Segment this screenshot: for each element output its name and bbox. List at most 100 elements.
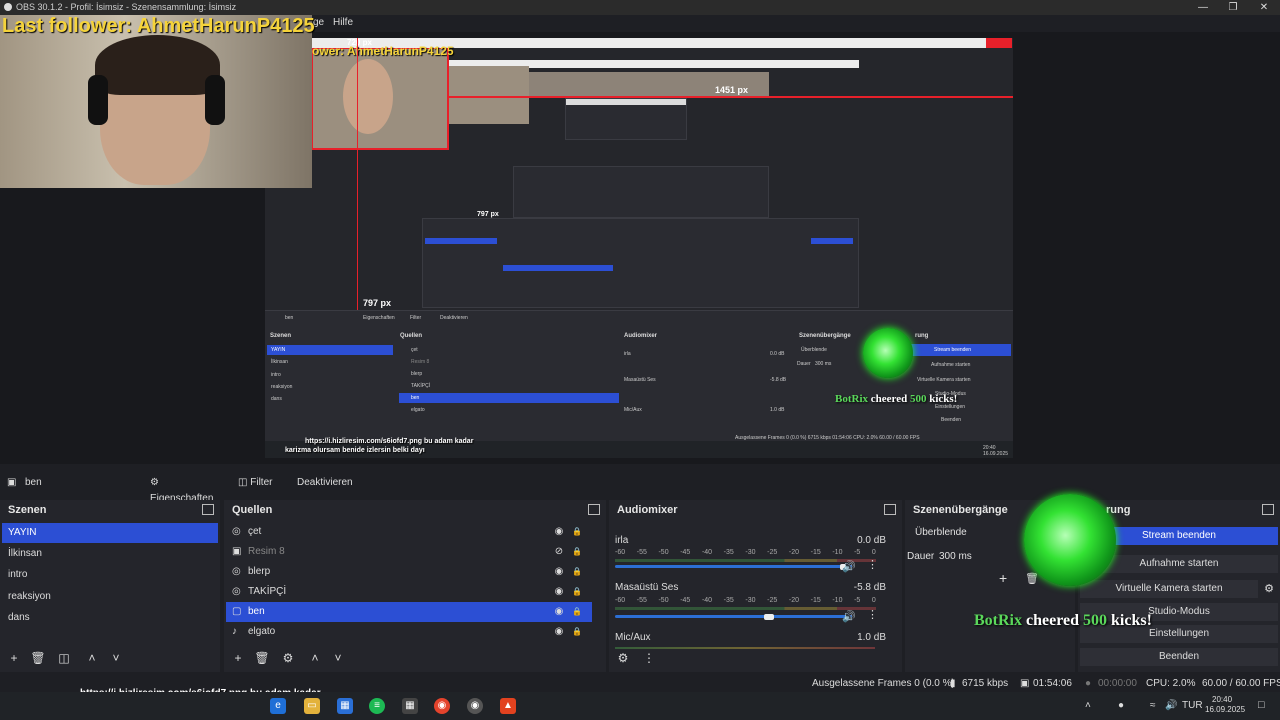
edge-icon[interactable]: e	[270, 698, 286, 714]
properties-button[interactable]: ⚙ Eigenschaften	[150, 475, 220, 504]
camera-icon: ▢	[232, 606, 242, 617]
source-properties-gear-icon[interactable]: ⚙	[280, 650, 296, 666]
mixer-channel-db: 1.0 dB	[857, 632, 886, 643]
mic-tray-icon[interactable]: ●	[1118, 700, 1124, 711]
undock-icon[interactable]	[884, 504, 896, 515]
language-indicator[interactable]: TUR	[1182, 700, 1203, 711]
source-item[interactable]: ◎ TAKİPÇİ ◉ 🔒	[226, 582, 592, 602]
move-up-icon[interactable]: ˄	[84, 650, 100, 666]
guide-line-bottom	[312, 148, 448, 149]
virtual-camera-button[interactable]: Virtuelle Kamera starten	[1080, 580, 1258, 598]
mini-scene-2: intro	[271, 372, 281, 378]
duration-input[interactable]: 300 ms	[939, 551, 972, 562]
add-transition-icon[interactable]: +	[999, 570, 1007, 586]
mixer-channel-db: -5.8 dB	[853, 582, 886, 593]
volume-tray-icon[interactable]: 🔊	[1165, 700, 1177, 711]
exit-button[interactable]: Beenden	[1080, 648, 1278, 666]
mini-source-3: TAKİPÇİ	[411, 383, 431, 389]
mini-trans-type: Überblende	[801, 347, 827, 353]
mixer-scale-tick: -60	[615, 549, 626, 556]
eye-hidden-icon[interactable]: ⊘	[552, 542, 566, 562]
channel-menu-icon[interactable]: ⋮	[867, 558, 878, 571]
lock-icon[interactable]: 🔒	[570, 582, 584, 602]
brave-icon[interactable]: ▲	[500, 698, 516, 714]
store-icon[interactable]: ▦	[337, 698, 353, 714]
virtual-camera-gear-icon[interactable]: ⚙	[1264, 582, 1274, 595]
calculator-icon[interactable]: ▦	[402, 698, 418, 714]
move-up-icon[interactable]: ˄	[307, 650, 323, 666]
camera-icon: ▣	[7, 477, 17, 488]
volume-slider[interactable]	[615, 614, 852, 620]
source-item[interactable]: ◎ çet ◉ 🔒	[226, 522, 592, 542]
eye-icon[interactable]: ◉	[552, 582, 566, 602]
mini-properties: Eigenschaften	[363, 315, 395, 321]
source-item-label: blerp	[248, 566, 271, 577]
eye-icon[interactable]: ◉	[552, 622, 566, 642]
scene-item-yayin[interactable]: YAYIN	[2, 523, 218, 543]
mini-source-selected-bg	[399, 393, 619, 403]
scenes-dock: Szenen YAYIN İlkinsan intro reaksiyon da…	[0, 500, 220, 672]
filter-button[interactable]: ◫ Filter	[238, 475, 274, 491]
advanced-audio-gear-icon[interactable]: ⚙	[615, 650, 631, 666]
remove-scene-icon[interactable]: 🗑	[30, 650, 46, 666]
undock-icon[interactable]	[202, 504, 214, 515]
volume-slider-knob[interactable]	[764, 614, 775, 620]
scene-item-dans[interactable]: dans	[2, 608, 218, 628]
lock-icon[interactable]: 🔒	[570, 522, 584, 542]
mixer-menu-icon[interactable]: ⋮	[641, 650, 657, 666]
source-item[interactable]: ▢ ben ◉ 🔒	[226, 602, 592, 622]
spotify-icon[interactable]: ≡	[369, 698, 385, 714]
obs-logo-icon	[4, 3, 12, 11]
eye-icon[interactable]: ◉	[552, 602, 566, 622]
lock-icon[interactable]: 🔒	[570, 622, 584, 642]
preview-canvas[interactable]: 720 px ower: AhmetHarunP4125 1451 px 797…	[265, 38, 1013, 458]
headphone-left-icon	[88, 75, 108, 125]
wifi-icon[interactable]: ≈	[1150, 700, 1156, 711]
scene-filter-icon[interactable]: ◫	[56, 650, 72, 666]
move-down-icon[interactable]: ˅	[330, 650, 346, 666]
add-source-icon[interactable]: +	[230, 650, 246, 666]
move-down-icon[interactable]: ˅	[108, 650, 124, 666]
source-item[interactable]: ◎ blerp ◉ 🔒	[226, 562, 592, 582]
audio-mixer-dock: Audiomixer irla 0.0 dB -60 -55 -50 -45 -40 -3…	[609, 500, 902, 672]
undock-icon[interactable]	[1262, 504, 1274, 515]
eye-icon[interactable]: ◉	[552, 522, 566, 542]
undock-icon[interactable]	[588, 504, 600, 515]
mixer-title: Audiomixer	[617, 504, 678, 516]
menu-item-help[interactable]: Hilfe	[333, 17, 353, 28]
clock-date: 16.09.2025	[1205, 705, 1246, 714]
mixer-scale-tick: -5	[854, 597, 861, 604]
lock-icon[interactable]: 🔒	[570, 542, 584, 562]
obs-taskbar-icon[interactable]: ◉	[467, 698, 483, 714]
source-item[interactable]: ▣ Resim 8 ⊘ 🔒	[226, 542, 592, 562]
scene-item-intro[interactable]: intro	[2, 565, 218, 585]
channel-menu-icon[interactable]: ⋮	[867, 608, 878, 621]
chrome-icon[interactable]: ◉	[434, 698, 450, 714]
remove-transition-icon[interactable]: 🗑	[1025, 572, 1039, 585]
add-scene-icon[interactable]: +	[6, 650, 22, 666]
lock-icon[interactable]: 🔒	[570, 562, 584, 582]
remove-source-icon[interactable]: 🗑	[254, 650, 270, 666]
deactivate-button[interactable]: Deaktivieren	[297, 475, 357, 491]
maximize-button[interactable]: ❐	[1218, 0, 1248, 15]
mini-mic-db: 1.0 dB	[770, 407, 785, 413]
scene-item-reaksiyon[interactable]: reaksiyon	[2, 587, 218, 607]
source-item[interactable]: ♪ elgato ◉ 🔒	[226, 622, 592, 642]
nested-obs-3	[565, 98, 687, 140]
close-button[interactable]: ✕	[1249, 0, 1279, 15]
nested-stream-btn	[811, 238, 853, 244]
notification-icon[interactable]: □	[1258, 699, 1265, 711]
eye-icon[interactable]: ◉	[552, 562, 566, 582]
sources-toolbar: + 🗑 ⚙ ˄ ˅	[224, 648, 606, 668]
mixer-scale-tick: -20	[788, 549, 799, 556]
scene-item-ilkinsan[interactable]: İlkinsan	[2, 544, 218, 564]
transitions-title: Szenenübergänge	[913, 504, 1008, 516]
speaker-icon[interactable]: 🔊	[842, 560, 856, 573]
tray-chevron-icon[interactable]: ˄	[1085, 700, 1091, 711]
minimize-button[interactable]: —	[1188, 0, 1218, 15]
volume-slider[interactable]	[615, 564, 852, 570]
mini-ctrl-5: Beenden	[941, 417, 962, 423]
lock-icon[interactable]: 🔒	[570, 602, 584, 622]
speaker-icon[interactable]: 🔊	[842, 610, 856, 623]
folder-icon[interactable]: ▭	[304, 698, 320, 714]
